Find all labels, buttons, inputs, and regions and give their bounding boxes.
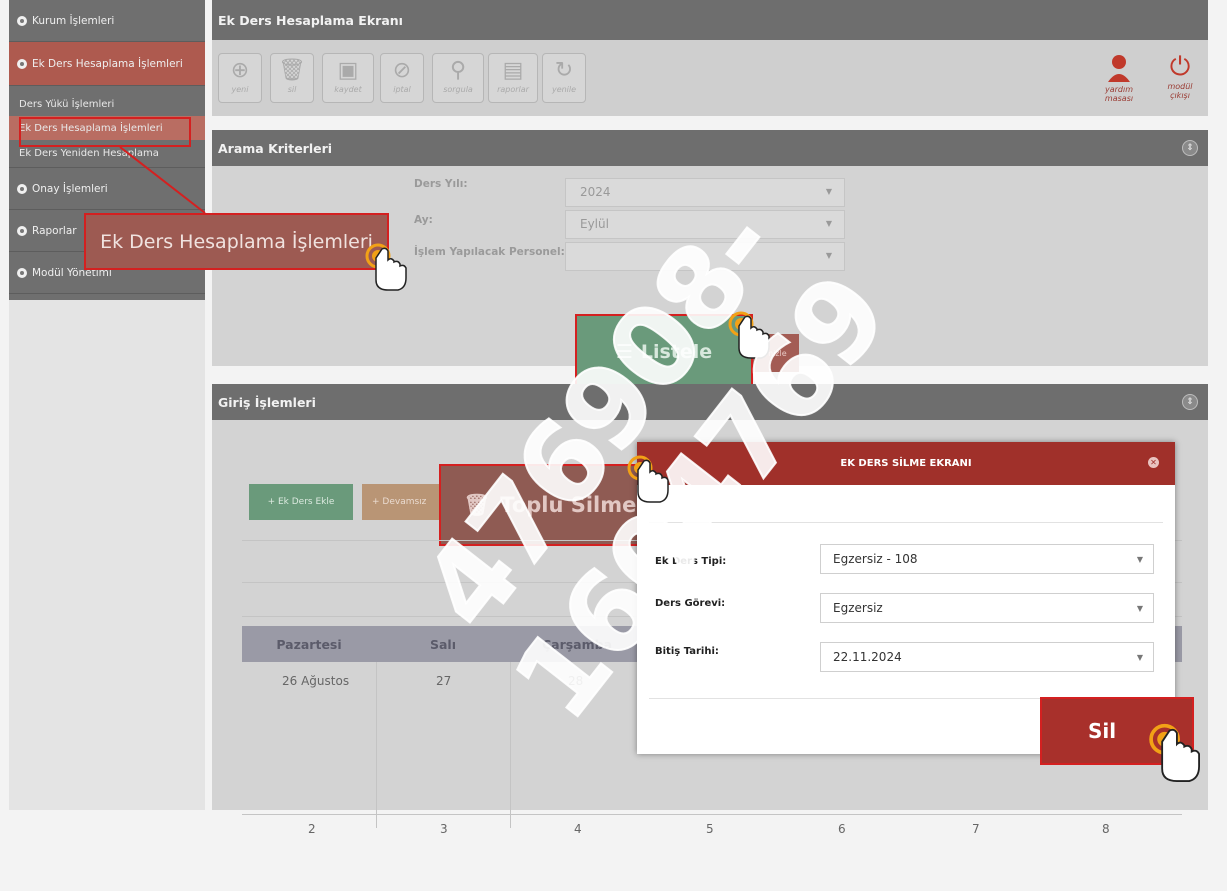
help-desk-label-1: yardım (1104, 85, 1134, 94)
module-exit-label-1: modül (1167, 82, 1193, 91)
hand-cursor-icon (627, 455, 669, 503)
ay-label: Ay: (414, 214, 433, 226)
power-icon: ⏻ (1169, 52, 1191, 82)
calendar-day-cell[interactable]: 5 (706, 822, 714, 836)
close-icon[interactable]: ✕ (1148, 457, 1159, 468)
chevron-down-icon: ▼ (825, 187, 832, 196)
ders-yili-select[interactable]: 2024 ▼ (565, 178, 845, 207)
reports-label: raporlar (497, 85, 529, 94)
ay-select[interactable]: Eylül ▼ (565, 210, 845, 239)
calendar-day-cell[interactable]: 3 (440, 822, 448, 836)
refresh-label: yenile (551, 85, 577, 94)
chevron-down-icon: ▼ (825, 219, 832, 228)
modal-header: EK DERS SİLME EKRANI ✕ (637, 442, 1175, 485)
calendar-day-cell[interactable]: 27 (436, 674, 451, 688)
personel-select[interactable]: ▼ (565, 242, 845, 271)
calendar-day-header: Salı (429, 636, 456, 652)
circle-icon (17, 267, 27, 278)
ek-ders-tipi-value: Egzersiz - 108 (833, 552, 918, 566)
delete-confirm-label: Sil (1087, 719, 1117, 743)
chevron-down-icon: ▼ (825, 251, 832, 260)
ders-gorevi-value: Egzersiz (833, 601, 883, 615)
calendar-day-cell[interactable]: 8 (1102, 822, 1110, 836)
document-icon: ▤ (502, 58, 524, 83)
divider (242, 814, 1182, 815)
list-label: Listele (640, 341, 713, 363)
add-extra-lesson-button[interactable]: + Ek Ders Ekle (249, 484, 353, 520)
entry-panel-title: Giriş İşlemleri (218, 394, 316, 410)
chevron-down-icon: ▼ (1136, 653, 1143, 662)
bitis-tarihi-label: Bitiş Tarihi: (655, 646, 719, 657)
divider (376, 662, 377, 828)
entry-panel-header: Giriş İşlemleri ⇕ (212, 384, 1208, 420)
divider (510, 662, 511, 828)
ders-gorevi-label: Ders Görevi: (655, 598, 726, 609)
calendar-day-header: Çarşamba (541, 636, 613, 652)
refresh-button[interactable]: ↻ yenile (542, 53, 586, 103)
module-exit-label-2: çıkışı (1170, 91, 1190, 100)
callout-label-text: Ek Ders Hesaplama İşlemleri (100, 230, 373, 253)
help-desk-label-2: masası (1104, 94, 1134, 103)
modal-title: EK DERS SİLME EKRANI (840, 458, 972, 469)
chevron-down-icon: ▼ (1136, 555, 1143, 564)
ek-ders-tipi-label: Ek Ders Tipi: (655, 556, 727, 567)
calendar-day-header: Pazartesi (276, 636, 342, 652)
search-icon: ⚲ (449, 58, 467, 83)
add-extra-lesson-label: + Ek Ders Ekle (267, 497, 335, 507)
ek-ders-tipi-select[interactable]: Egzersiz - 108 ▼ (820, 544, 1154, 574)
hand-cursor-icon (728, 311, 770, 359)
query-button[interactable]: ⚲ sorgula (432, 53, 484, 103)
hand-cursor-icon (365, 243, 407, 291)
trash-icon: 🗑 (463, 492, 491, 517)
calendar-day-cell[interactable]: 7 (972, 822, 980, 836)
refresh-icon: ↻ (554, 58, 574, 83)
calendar-day-cell[interactable]: 26 Ağustos (282, 674, 349, 688)
ay-value: Eylül (580, 217, 609, 231)
divider (649, 522, 1163, 523)
ders-yili-value: 2024 (580, 185, 611, 199)
bitis-tarihi-select[interactable]: 22.11.2024 ▼ (820, 642, 1154, 672)
bulk-delete-label: Toplu Silme (500, 493, 637, 517)
calendar-day-cell[interactable]: 6 (838, 822, 846, 836)
list-icon: ☰ (615, 341, 633, 363)
collapse-icon[interactable]: ⇕ (1182, 140, 1198, 156)
query-label: sorgula (443, 85, 473, 94)
calendar-day-cell[interactable]: 4 (574, 822, 582, 836)
calendar-day-cell[interactable]: 28 (568, 674, 583, 688)
callout-label: Ek Ders Hesaplama İşlemleri (84, 213, 389, 270)
calendar-day-cell[interactable]: 2 (308, 822, 316, 836)
ders-yili-label: Ders Yılı: (414, 178, 468, 190)
hand-cursor-icon (1149, 723, 1200, 782)
help-desk-button[interactable]: yardım masası (1099, 52, 1139, 110)
bitis-tarihi-value: 22.11.2024 (833, 650, 902, 664)
collapse-icon[interactable]: ⇕ (1182, 394, 1198, 410)
module-exit-button[interactable]: ⏻ modül çıkışı (1160, 52, 1200, 110)
ders-gorevi-select[interactable]: Egzersiz ▼ (820, 593, 1154, 623)
headset-user-icon (1108, 55, 1130, 82)
chevron-down-icon: ▼ (1136, 604, 1143, 613)
absence-button[interactable]: + Devamsız (362, 484, 446, 520)
personel-label: İşlem Yapılacak Personel: (414, 246, 565, 258)
absence-label: + Devamsız (372, 497, 427, 507)
reports-button[interactable]: ▤ raporlar (488, 53, 538, 103)
